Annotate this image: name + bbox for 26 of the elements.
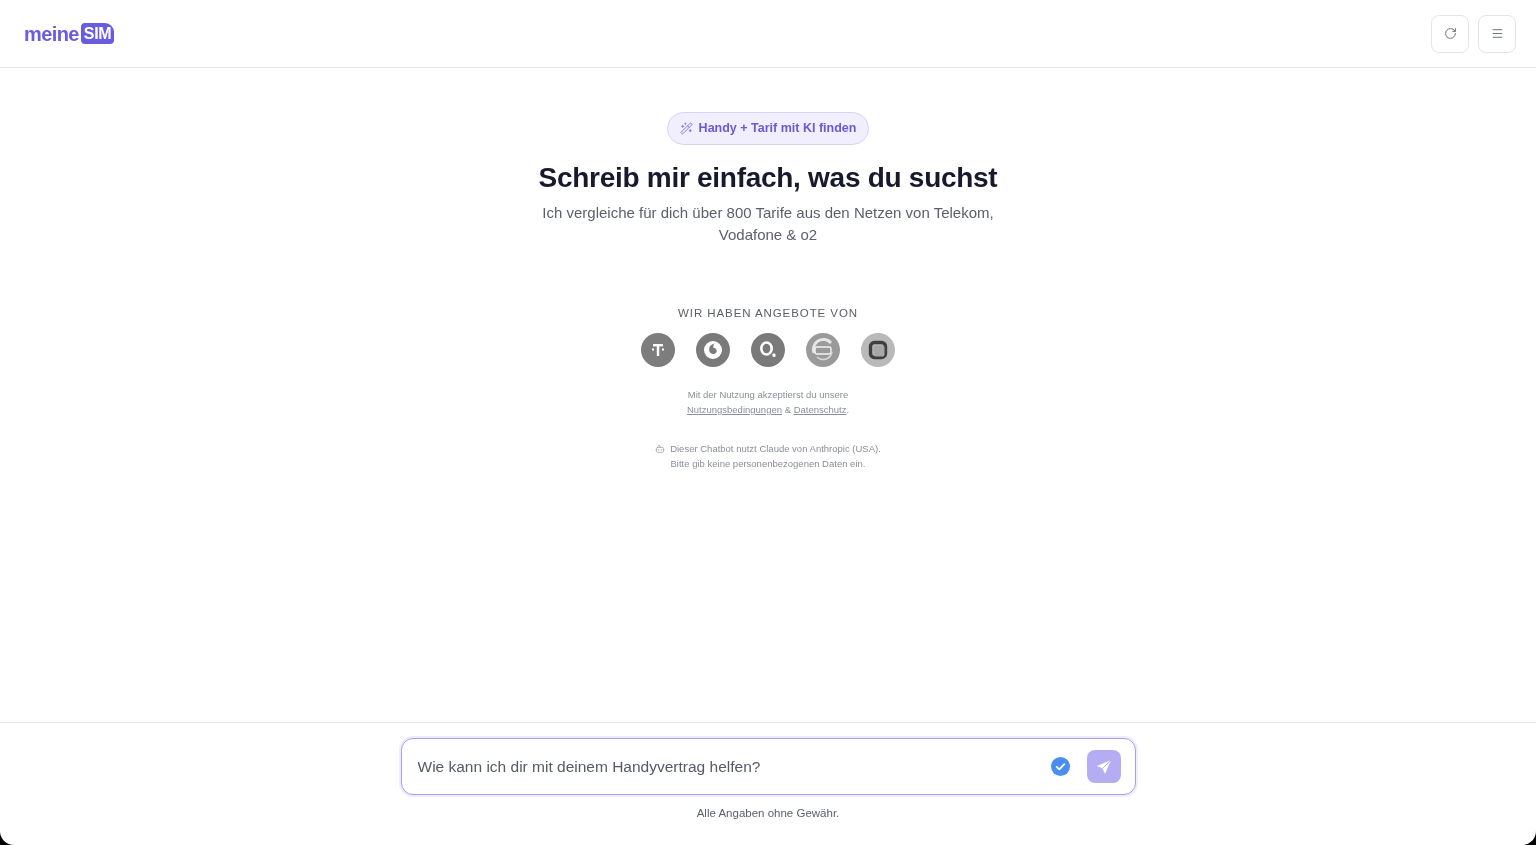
- magic-wand-icon: [679, 122, 693, 135]
- robot-icon: [655, 443, 666, 454]
- logo-wordmark[interactable]: meine: [24, 21, 79, 46]
- letter-t-logo-icon: [641, 333, 675, 367]
- terms-notice: Mit der Nutzung akzeptierst du unsere Nutzungsbedingungen & Datenschutz.: [686, 388, 850, 417]
- providers-title: WIR HABEN ANGEBOTE VON: [678, 306, 858, 321]
- message-field[interactable]: Wie kann ich dir mit deinem Handyvertrag helfen?: [400, 738, 1136, 795]
- check-circle-icon: [1050, 757, 1070, 776]
- paper-plane-icon: [1095, 758, 1112, 775]
- privacy-notice-line: Bitte gib keine personenbezogenen Daten ein.: [670, 457, 866, 471]
- ai-feature-label: Handy + Tarif mit KI finden: [698, 120, 857, 138]
- arc-logo-icon: [806, 333, 840, 367]
- page-heading: Schreib mir einfach, was du suchst: [538, 161, 998, 195]
- menu-icon: [1490, 27, 1504, 40]
- page-subtitle: Ich vergleiche für dich über 800 Tarife aus den Netzen von Telekom, Vodafone & o2: [541, 203, 995, 245]
- square-logo-icon: [861, 333, 895, 367]
- logo-sim-tag[interactable]: SIM: [80, 23, 115, 44]
- refresh-button[interactable]: [1431, 14, 1469, 53]
- legal-link[interactable]: Nutzungsbedingungen: [686, 404, 782, 415]
- privacy-notice-line: Dieser Chatbot nutzt Claude von Anthropic (USA).: [670, 442, 881, 456]
- ring-logo-icon: [751, 333, 785, 367]
- menu-button[interactable]: [1478, 14, 1516, 53]
- refresh-icon: [1443, 27, 1457, 40]
- disclaimer-text: Alle Angaben ohne Gewähr.: [696, 806, 840, 821]
- swirl-logo-icon: [696, 333, 730, 367]
- message-input[interactable]: Wie kann ich dir mit deinem Handyvertrag helfen?: [417, 754, 1039, 779]
